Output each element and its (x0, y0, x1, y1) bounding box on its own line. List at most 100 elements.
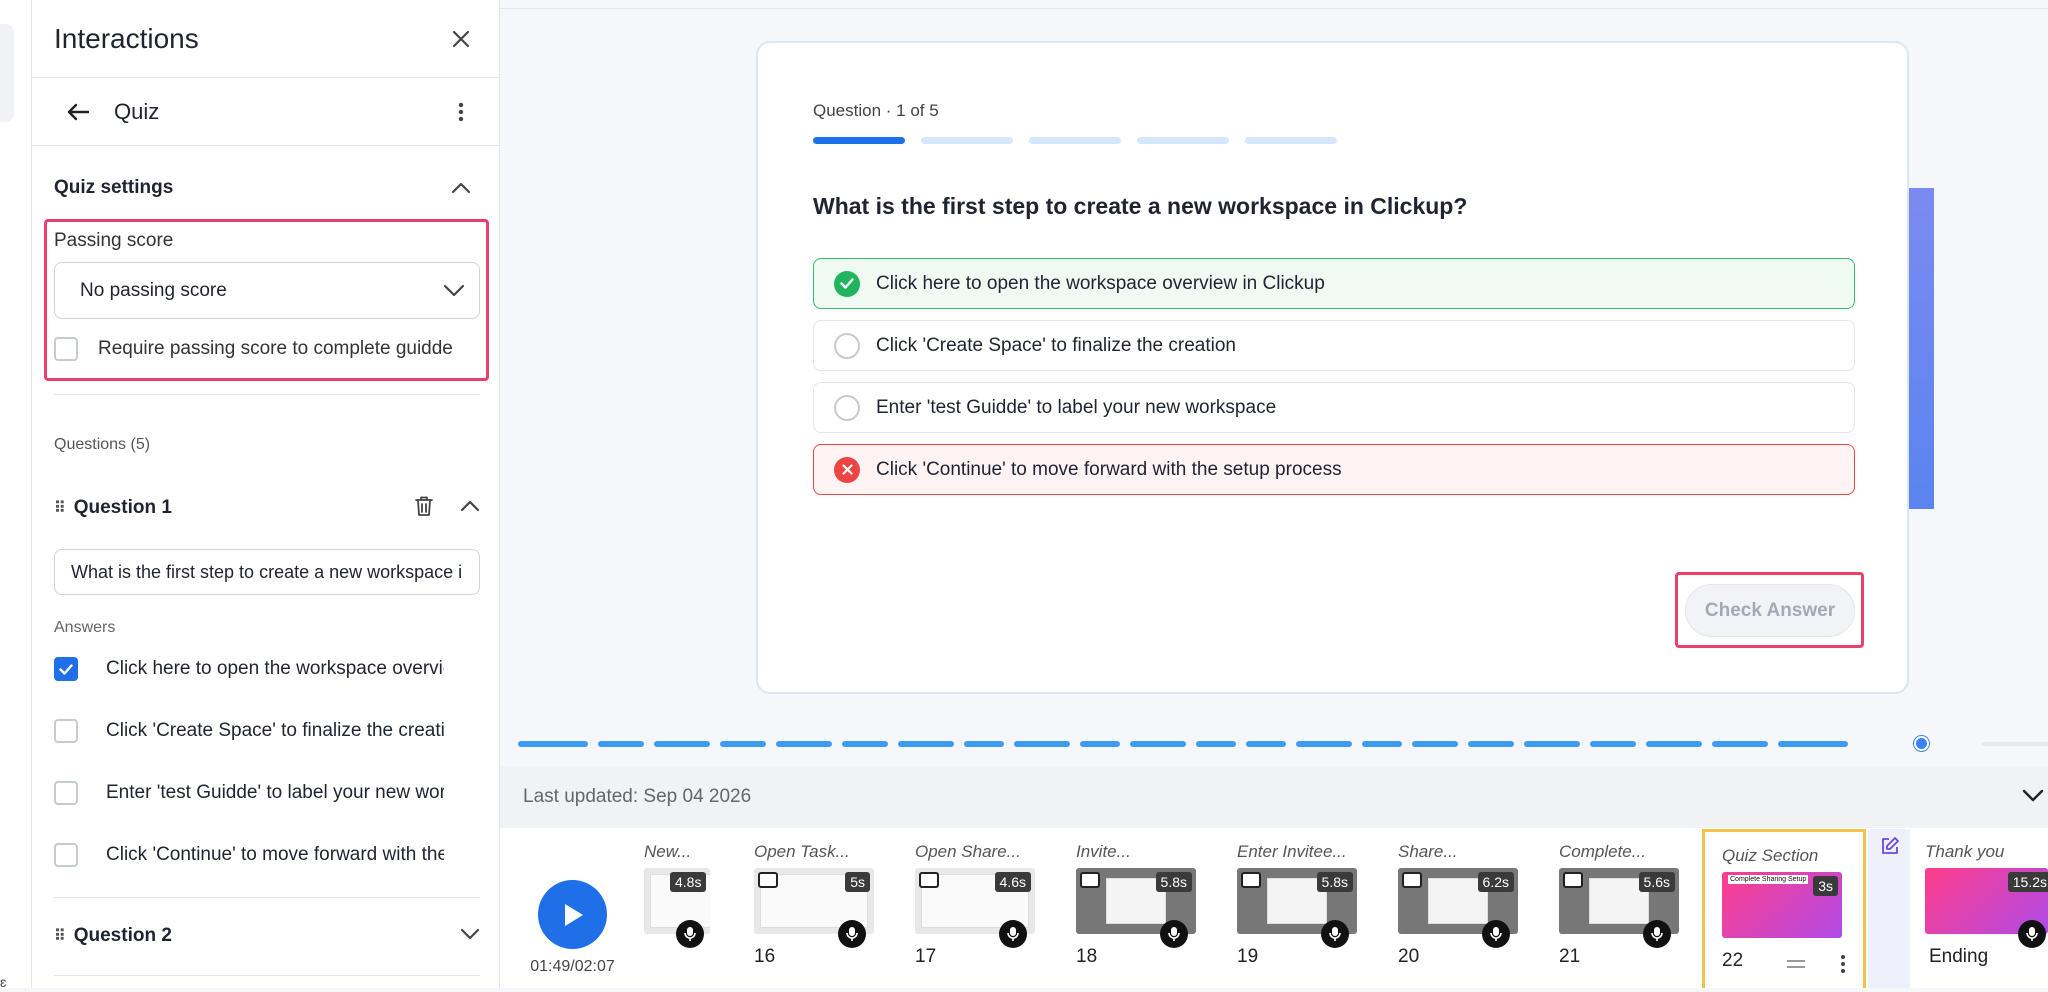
timeline-segment[interactable] (598, 741, 644, 747)
check-circle-icon (834, 271, 860, 297)
time-readout: 01:49/02:07 (500, 958, 645, 976)
video-icon (1563, 872, 1583, 888)
timeline-segment[interactable] (964, 741, 1004, 747)
panel-header: Interactions (32, 0, 499, 78)
question-1-text-input[interactable] (54, 549, 480, 595)
require-passing-checkbox[interactable] (54, 337, 78, 361)
answer-row[interactable]: Enter 'test Guidde' to label your new wo… (54, 781, 444, 805)
microphone-icon[interactable] (1321, 920, 1349, 948)
option-label: Enter 'test Guidde' to label your new wo… (876, 397, 1276, 419)
scene-card[interactable]: Share... 6.2s 20 (1398, 828, 1558, 988)
edit-icon[interactable] (1880, 836, 1900, 861)
timeline-segment[interactable] (898, 741, 954, 747)
drag-handle-icon[interactable]: ⠿ (54, 926, 64, 946)
microphone-icon[interactable] (999, 920, 1027, 948)
answer-label: Click 'Create Space' to finalize the cre… (106, 720, 444, 742)
microphone-icon[interactable] (676, 920, 704, 948)
timeline-segment[interactable] (720, 741, 766, 747)
timeline-segment[interactable] (1590, 741, 1636, 747)
close-icon[interactable] (443, 21, 479, 57)
microphone-icon[interactable] (1643, 920, 1671, 948)
thumbnail-caption: Complete Sharing Setup (1728, 875, 1808, 884)
scene-card[interactable]: Complete... 5.6s 21 (1559, 828, 1719, 988)
back-arrow-icon[interactable] (60, 94, 96, 130)
timeline-segment[interactable] (1524, 741, 1580, 747)
timeline-segment[interactable] (842, 741, 888, 747)
timeline-segment[interactable] (1080, 741, 1120, 747)
play-icon[interactable] (538, 880, 607, 949)
scene-card[interactable]: Enter Invitee... 5.8s 19 (1237, 828, 1397, 988)
passing-score-label: Passing score (54, 230, 173, 252)
option-label: Click 'Create Space' to finalize the cre… (876, 335, 1236, 357)
more-vertical-icon[interactable] (1840, 954, 1846, 979)
timeline-segment[interactable] (1646, 741, 1702, 747)
chevron-down-icon[interactable] (460, 927, 480, 945)
scene-duration: 5.6s (1639, 872, 1675, 892)
progress-segment (921, 137, 1013, 144)
radio-icon (834, 395, 860, 421)
answer-option-wrong[interactable]: Click 'Continue' to move forward with th… (813, 444, 1855, 495)
more-vertical-icon[interactable] (443, 94, 479, 130)
answer-checkbox[interactable] (54, 843, 78, 867)
question-1-header[interactable]: ⠿ Question 1 (54, 490, 480, 526)
answer-option-correct[interactable]: Click here to open the workspace overvie… (813, 258, 1855, 309)
edit-column (1868, 829, 1910, 988)
last-updated-bar[interactable]: Last updated: Sep 04 2026 (500, 766, 2048, 828)
timeline-segment[interactable] (1196, 741, 1236, 747)
ending-label: Ending (1929, 946, 1988, 968)
timeline-segment[interactable] (1296, 741, 1352, 747)
option-label: Click here to open the workspace overvie… (876, 273, 1325, 295)
answers-label: Answers (54, 619, 115, 637)
answer-row[interactable]: Click 'Create Space' to finalize the cre… (54, 719, 444, 743)
answer-checkbox[interactable] (54, 719, 78, 743)
timeline-segment[interactable] (776, 741, 832, 747)
chevron-up-icon[interactable] (443, 170, 479, 206)
last-updated-text: Last updated: Sep 04 2026 (523, 786, 751, 808)
timeline-playhead[interactable] (1914, 736, 1929, 751)
microphone-icon[interactable] (2018, 920, 2046, 948)
answer-checkbox[interactable] (54, 781, 78, 805)
microphone-icon[interactable] (838, 920, 866, 948)
scene-number: 18 (1076, 946, 1097, 968)
question-2-header[interactable]: ⠿ Question 2 (54, 918, 480, 954)
ending-scene-card[interactable]: Thank you 15.2s Ending (1925, 828, 2048, 988)
answer-option[interactable]: Click 'Create Space' to finalize the cre… (813, 320, 1855, 371)
timeline-segment[interactable] (1246, 741, 1286, 747)
scene-number: 20 (1398, 946, 1419, 968)
microphone-icon[interactable] (1482, 920, 1510, 948)
answer-row[interactable]: Click here to open the workspace overvie… (54, 657, 444, 681)
scene-card[interactable]: Open Task... 5s 16 (754, 828, 914, 988)
timeline-segment[interactable] (1412, 741, 1458, 747)
timeline-segment[interactable] (1712, 741, 1768, 747)
scene-card[interactable]: Invite... 5.8s 18 (1076, 828, 1236, 988)
quiz-settings-header[interactable]: Quiz settings (32, 160, 499, 216)
require-passing-label: Require passing score to complete guidde (98, 338, 453, 360)
reorder-handle-icon[interactable] (1787, 960, 1805, 968)
timeline-remaining[interactable] (1982, 742, 2048, 746)
quiz-scene-card[interactable]: Quiz Section Complete Sharing Setup 3s 2… (1702, 829, 1866, 988)
answer-checkbox-checked[interactable] (54, 657, 78, 681)
answer-row[interactable]: Click 'Continue' to move forward with th… (54, 843, 444, 867)
chevron-down-icon[interactable] (2022, 786, 2044, 808)
collapsed-nav-handle[interactable] (0, 24, 14, 122)
scene-title: Thank you (1925, 842, 2004, 862)
timeline-segment[interactable] (654, 741, 710, 747)
timeline-segment[interactable] (1778, 741, 1848, 747)
timeline-segment[interactable] (1468, 741, 1514, 747)
check-answer-button[interactable]: Check Answer (1685, 584, 1855, 637)
divider (54, 975, 480, 976)
chevron-down-icon (443, 284, 465, 297)
drag-handle-icon[interactable]: ⠿ (54, 498, 64, 518)
chevron-up-icon[interactable] (460, 499, 480, 517)
timeline-segment[interactable] (1130, 741, 1186, 747)
timeline-segment[interactable] (518, 741, 588, 747)
passing-score-select[interactable]: No passing score (54, 262, 480, 319)
trash-icon[interactable] (414, 495, 434, 522)
answer-option[interactable]: Enter 'test Guidde' to label your new wo… (813, 382, 1855, 433)
scene-card[interactable]: Open Share... 4.6s 17 (915, 828, 1075, 988)
require-passing-row[interactable]: Require passing score to complete guidde (54, 337, 453, 361)
timeline-scrubber[interactable] (518, 740, 2048, 748)
timeline-segment[interactable] (1362, 741, 1402, 747)
microphone-icon[interactable] (1160, 920, 1188, 948)
timeline-segment[interactable] (1014, 741, 1070, 747)
